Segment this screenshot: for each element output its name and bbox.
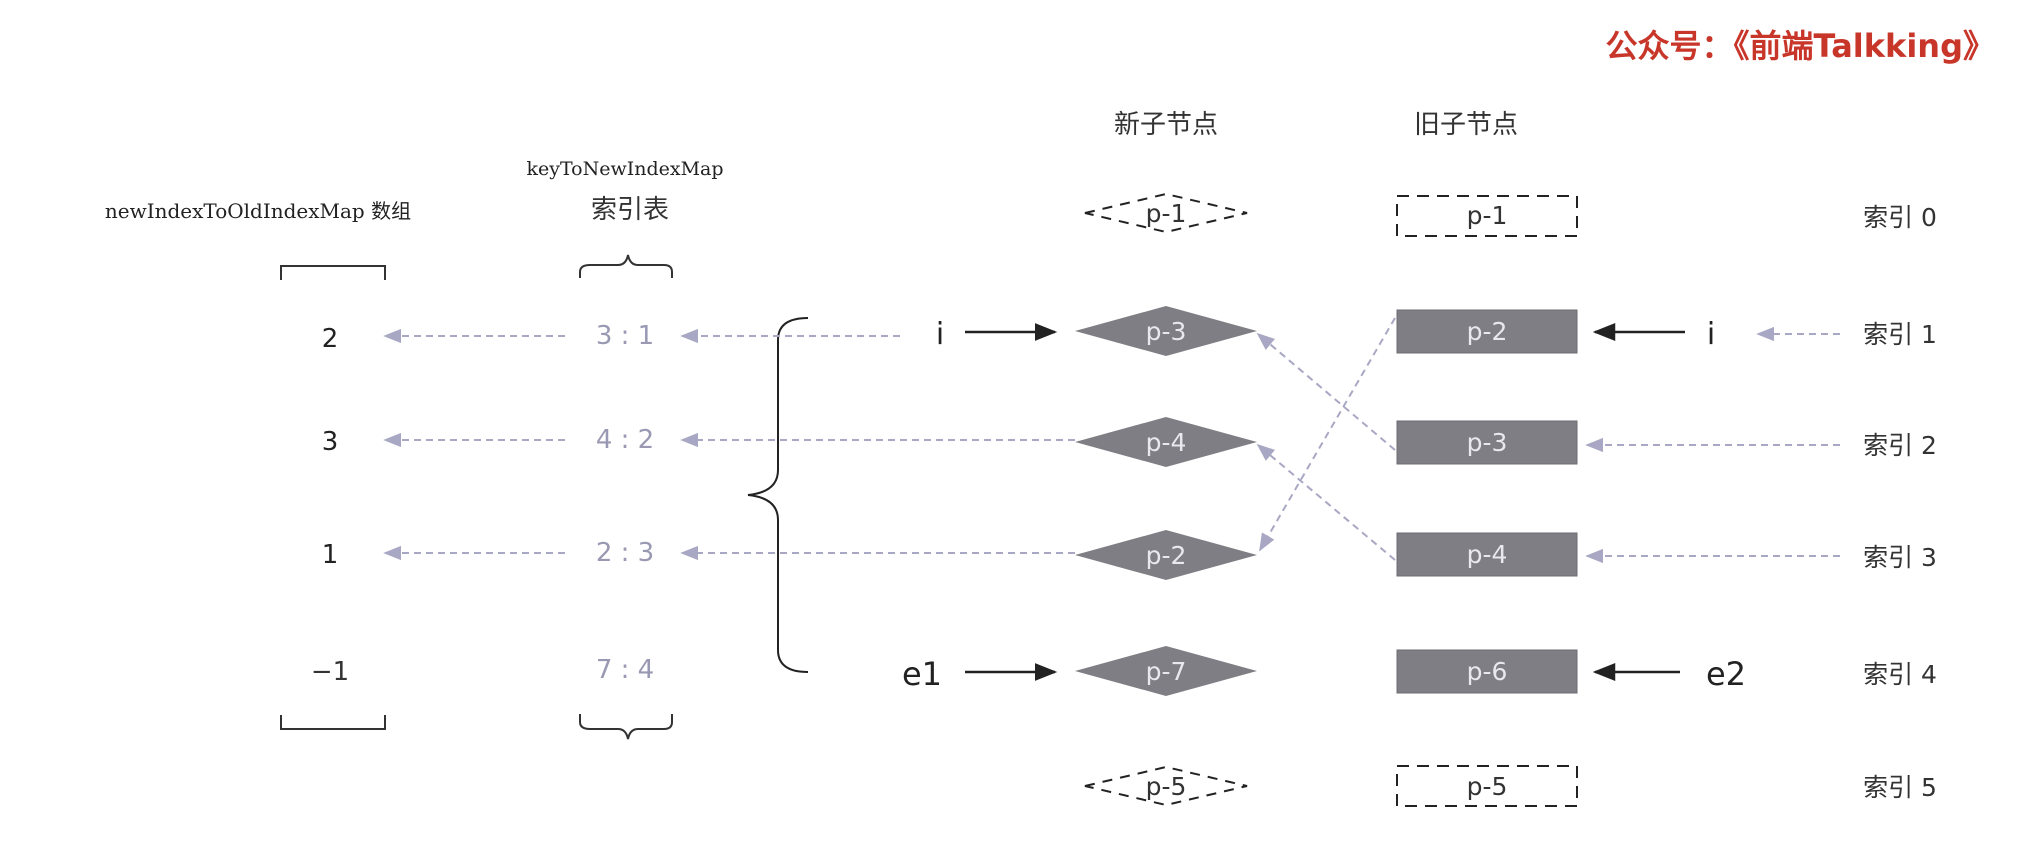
array-value: −1 — [311, 657, 349, 687]
pointer-e2: e2 — [1706, 655, 1746, 693]
map-title-cn: 索引表 — [591, 195, 669, 225]
index-label: 索引 4 — [1863, 660, 1937, 689]
pointer-i-left: i — [936, 317, 944, 352]
pointers: i e1 i e2 — [902, 317, 1746, 693]
array-title: newIndexToOldIndexMap 数组 — [105, 199, 411, 223]
new-children-header: 新子节点 — [1114, 110, 1218, 140]
new-children: p-1 p-3 p-4 p-2 p-7 p-5 — [1075, 192, 1257, 807]
new-node-label: p-7 — [1146, 657, 1187, 686]
brand-title: 公众号：《前端Talkking》 — [1606, 27, 1996, 65]
new-node-label: p-5 — [1146, 772, 1187, 801]
old-children: p-1 p-2 p-3 p-4 p-6 p-5 — [1396, 195, 1578, 807]
cross-mapping-arrows — [1256, 317, 1396, 561]
old-node-label: p-3 — [1467, 428, 1508, 457]
array-value: 1 — [322, 540, 339, 570]
dashed-arrow — [1256, 443, 1396, 561]
map-top-brace — [579, 254, 673, 278]
index-to-old-arrows — [1585, 326, 1840, 564]
old-node-label: p-4 — [1467, 540, 1508, 569]
index-label: 索引 2 — [1863, 431, 1937, 460]
old-node-label: p-5 — [1467, 772, 1508, 801]
map-entry: 4 : 2 — [596, 425, 654, 455]
new-node-label: p-3 — [1146, 317, 1187, 346]
map-title-en: keyToNewIndexMap — [526, 158, 723, 180]
array-top-bracket — [280, 265, 386, 280]
map-to-array-arrows — [383, 328, 565, 561]
old-node-label: p-2 — [1467, 317, 1508, 346]
array-value: 2 — [322, 324, 339, 354]
array-value: 3 — [322, 427, 339, 457]
range-brace — [747, 317, 809, 673]
index-label: 索引 0 — [1863, 203, 1937, 232]
map-entry: 2 : 3 — [596, 538, 654, 568]
map-entry: 3 : 1 — [596, 321, 654, 351]
old-children-header: 旧子节点 — [1414, 110, 1518, 140]
new-node-label: p-4 — [1146, 428, 1187, 457]
new-node-label: p-1 — [1146, 199, 1187, 228]
array-values: 2 3 1 −1 — [311, 324, 349, 687]
old-node-label: p-1 — [1467, 201, 1508, 230]
diagram-canvas: 公众号：《前端Talkking》 newIndexToOldIndexMap 数… — [105, 27, 1996, 807]
index-label: 索引 1 — [1863, 320, 1937, 349]
map-entry: 7 : 4 — [596, 655, 654, 685]
old-node-label: p-6 — [1467, 657, 1508, 686]
index-label: 索引 3 — [1863, 543, 1937, 572]
pointer-e1: e1 — [902, 655, 942, 693]
new-node-label: p-2 — [1146, 541, 1187, 570]
array-bottom-bracket — [280, 715, 386, 730]
index-labels: 索引 0 索引 1 索引 2 索引 3 索引 4 索引 5 — [1863, 203, 1937, 802]
nodes-to-map-arrows — [680, 328, 1075, 561]
index-label: 索引 5 — [1863, 773, 1937, 802]
map-entries: 3 : 1 4 : 2 2 : 3 7 : 4 — [596, 321, 654, 685]
map-bottom-brace — [579, 714, 673, 740]
pointer-i-right: i — [1707, 317, 1715, 352]
